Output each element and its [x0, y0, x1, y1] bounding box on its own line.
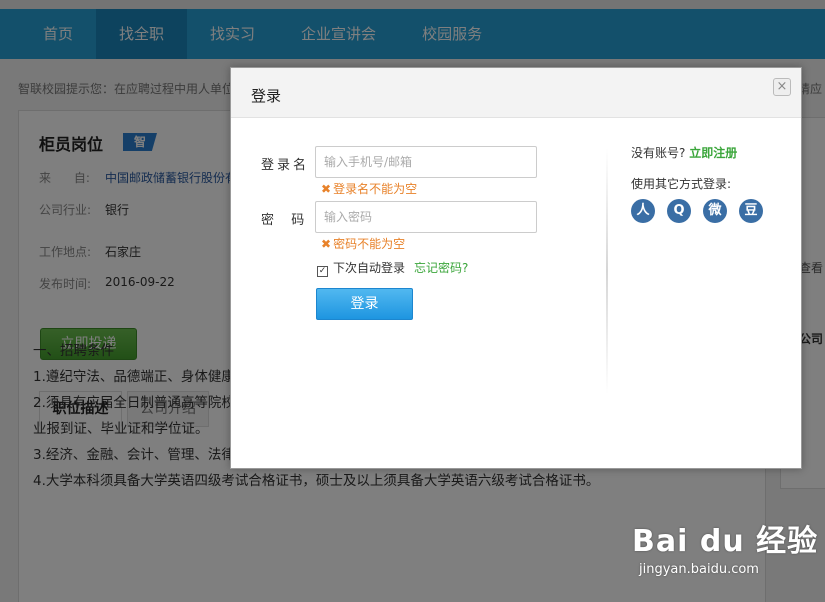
watermark-url: jingyan.baidu.com [639, 562, 759, 577]
register-prompt: 没有账号? 立即注册 [631, 144, 737, 161]
renren-icon[interactable]: 人 [631, 199, 655, 223]
watermark-logo: Bai du 经验 [632, 524, 819, 559]
login-dialog: 登录 × 登录名 ✖登录名不能为空 密 码 ✖密码不能为空 ✓下次自动登录 忘记… [230, 67, 802, 469]
password-input[interactable] [315, 201, 537, 233]
baidu-watermark: Bai du 经验 jingyan.baidu.com [632, 516, 819, 577]
username-error-text: 登录名不能为空 [333, 182, 418, 196]
remember-checkbox[interactable]: ✓ [317, 266, 328, 277]
password-label: 密 码 [261, 213, 308, 228]
username-input[interactable] [315, 146, 537, 178]
forgot-password-link[interactable]: 忘记密码? [414, 259, 468, 276]
error-icon: ✖ [321, 182, 332, 196]
qq-icon[interactable]: Q [667, 199, 691, 223]
error-icon: ✖ [321, 237, 332, 251]
remember-label[interactable]: 下次自动登录 [333, 261, 405, 275]
dialog-header: 登录 × [231, 68, 801, 118]
login-button[interactable]: 登录 [316, 288, 413, 320]
username-error: ✖ 登录名不能为空 [321, 180, 417, 197]
username-label: 登录名 [261, 158, 310, 173]
close-icon[interactable]: × [773, 78, 791, 96]
dialog-title: 登录 [251, 87, 282, 105]
password-error: ✖ 密码不能为空 [321, 235, 405, 252]
weibo-icon[interactable]: 微 [703, 199, 727, 223]
remember-me: ✓ 下次自动登录 [317, 259, 405, 277]
password-error-text: 密码不能为空 [333, 237, 406, 251]
douban-icon[interactable]: 豆 [739, 199, 763, 223]
other-login-text: 使用其它方式登录: [631, 177, 732, 191]
no-account-text: 没有账号? [631, 146, 686, 160]
dialog-divider [606, 148, 608, 394]
register-link[interactable]: 立即注册 [689, 146, 737, 160]
